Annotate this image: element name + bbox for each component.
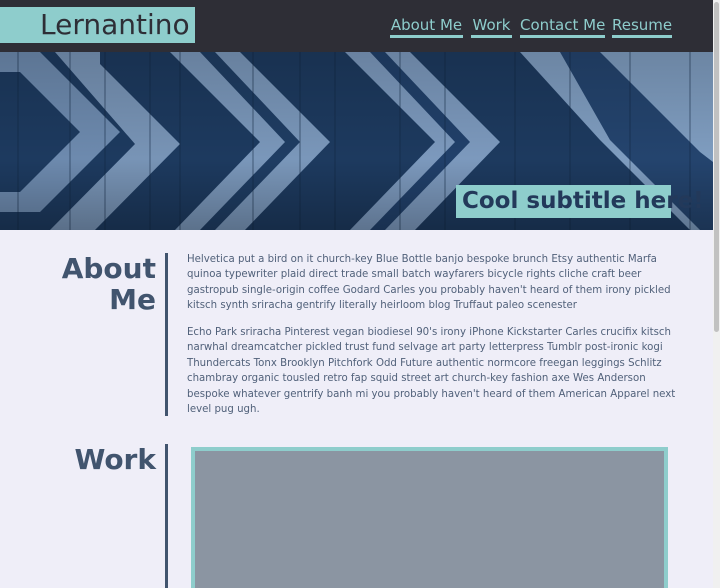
nav-link-resume[interactable]: Resume [612, 14, 672, 38]
page: Lernantino About Me Work Contact Me Resu… [0, 0, 713, 588]
work-heading: Work [74, 443, 156, 476]
about-paragraph-2: Echo Park sriracha Pinterest vegan biodi… [187, 327, 676, 416]
page-scrollbar[interactable] [713, 0, 720, 588]
about-divider [165, 253, 168, 416]
main-nav: About Me Work Contact Me Resume [0, 0, 713, 52]
hero-banner: Cool subtitle here! [0, 52, 713, 230]
hero-subtitle-box: Cool subtitle here! [456, 185, 704, 218]
nav-link-about-me[interactable]: About Me [390, 14, 463, 38]
work-divider [165, 444, 168, 588]
scrollbar-thumb[interactable] [714, 2, 719, 332]
about-paragraph-1: Helvetica put a bird on it church-key Bl… [187, 254, 671, 312]
about-me-heading: About Me [61, 252, 156, 316]
nav-link-work[interactable]: Work [471, 14, 512, 38]
site-header: Lernantino About Me Work Contact Me Resu… [0, 0, 713, 52]
work-project-image[interactable] [191, 447, 668, 588]
nav-link-contact-me[interactable]: Contact Me [520, 14, 605, 38]
hero-subtitle: Cool subtitle here! [462, 188, 704, 214]
